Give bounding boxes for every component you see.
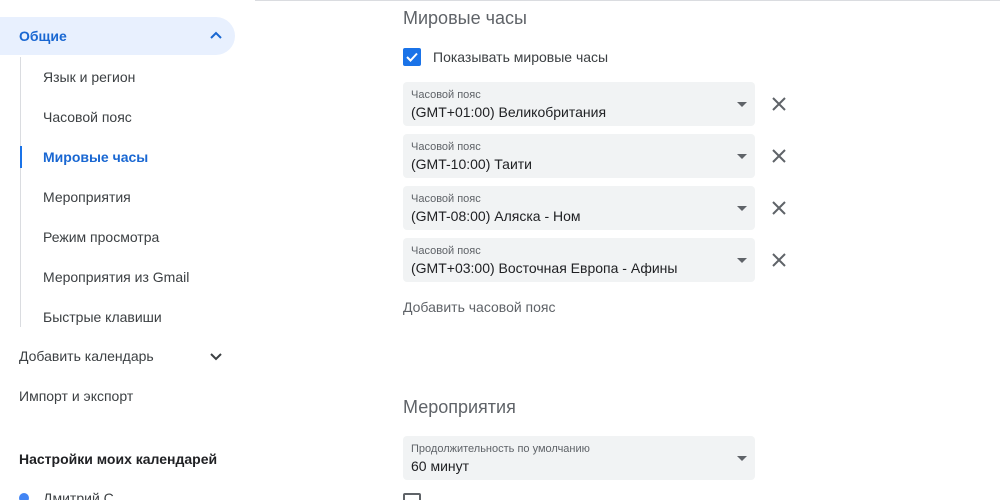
settings-sidebar: Общие Язык и регион Часовой пояс Мировые… <box>0 0 255 500</box>
remove-timezone-4-button[interactable] <box>767 248 791 272</box>
sidebar-item-import-export-label: Импорт и экспорт <box>19 388 134 404</box>
show-world-clock-checkbox-row[interactable]: Показывать мировые часы <box>403 48 608 66</box>
sidebar-item-timezone[interactable]: Часовой пояс <box>21 97 236 137</box>
timezone-select-value: (GMT+03:00) Восточная Европа - Афины <box>411 260 678 276</box>
default-duration-value: 60 минут <box>411 458 470 474</box>
timezone-select-2[interactable]: Часовой пояс (GMT-10:00) Таити <box>403 134 755 178</box>
timezone-select-3[interactable]: Часовой пояс (GMT-08:00) Аляска - Ном <box>403 186 755 230</box>
sidebar-item-world-clock[interactable]: Мировые часы <box>20 137 236 177</box>
sidebar-item-view-options[interactable]: Режим просмотра <box>21 217 236 257</box>
show-world-clock-checkbox[interactable] <box>403 48 421 66</box>
checkmark-icon <box>406 52 418 62</box>
dropdown-arrow-icon <box>737 102 747 107</box>
my-calendars-heading: Настройки моих календарей <box>19 451 218 467</box>
close-icon <box>772 253 786 267</box>
sidebar-item-import-export[interactable]: Импорт и экспорт <box>0 376 235 416</box>
timezone-select-value: (GMT+01:00) Великобритания <box>411 104 607 120</box>
calendar-color-dot <box>19 493 29 500</box>
dropdown-arrow-icon <box>737 456 747 461</box>
sidebar-item-add-calendar-label: Добавить календарь <box>19 348 154 364</box>
sidebar-item-keyboard-shortcuts[interactable]: Быстрые клавиши <box>21 297 236 337</box>
world-clock-title: Мировые часы <box>403 8 527 28</box>
timezone-select-caption: Часовой пояс <box>411 89 481 101</box>
default-duration-caption: Продолжительность по умолчанию <box>411 443 590 455</box>
timezone-select-caption: Часовой пояс <box>411 245 481 257</box>
events-option-checkbox[interactable] <box>403 493 421 500</box>
close-icon <box>772 149 786 163</box>
timezone-select-caption: Часовой пояс <box>411 193 481 205</box>
general-subnav: Язык и регион Часовой пояс Мировые часы … <box>20 57 255 327</box>
chevron-down-icon <box>210 353 222 361</box>
timezone-select-value: (GMT-10:00) Таити <box>411 156 533 172</box>
show-world-clock-label: Показывать мировые часы <box>433 49 609 65</box>
sidebar-item-general-label: Общие <box>19 28 67 44</box>
timezone-select-4[interactable]: Часовой пояс (GMT+03:00) Восточная Европ… <box>403 238 755 282</box>
dropdown-arrow-icon <box>737 154 747 159</box>
sidebar-calendar-item[interactable]: Дмитрий С <box>19 490 114 500</box>
dropdown-arrow-icon <box>737 206 747 211</box>
timezone-select-caption: Часовой пояс <box>411 141 481 153</box>
timezone-select-1[interactable]: Часовой пояс (GMT+01:00) Великобритания <box>403 82 755 126</box>
remove-timezone-1-button[interactable] <box>767 92 791 116</box>
sidebar-item-gmail-events[interactable]: Мероприятия из Gmail <box>21 257 236 297</box>
close-icon <box>772 97 786 111</box>
chevron-up-icon <box>210 31 222 39</box>
sidebar-item-language-region[interactable]: Язык и регион <box>21 57 236 97</box>
default-duration-select[interactable]: Продолжительность по умолчанию 60 минут <box>403 436 755 480</box>
remove-timezone-3-button[interactable] <box>767 196 791 220</box>
close-icon <box>772 201 786 215</box>
sidebar-item-add-calendar[interactable]: Добавить календарь <box>0 336 235 376</box>
dropdown-arrow-icon <box>737 258 747 263</box>
remove-timezone-2-button[interactable] <box>767 144 791 168</box>
add-timezone-button[interactable]: Добавить часовой пояс <box>403 299 556 315</box>
timezone-select-value: (GMT-08:00) Аляска - Ном <box>411 208 581 224</box>
events-title: Мероприятия <box>403 397 516 417</box>
sidebar-item-events[interactable]: Мероприятия <box>21 177 236 217</box>
settings-main: Мировые часы Показывать мировые часы Час… <box>255 0 1000 500</box>
calendar-name: Дмитрий С <box>43 490 114 500</box>
sidebar-item-general[interactable]: Общие <box>0 17 235 55</box>
